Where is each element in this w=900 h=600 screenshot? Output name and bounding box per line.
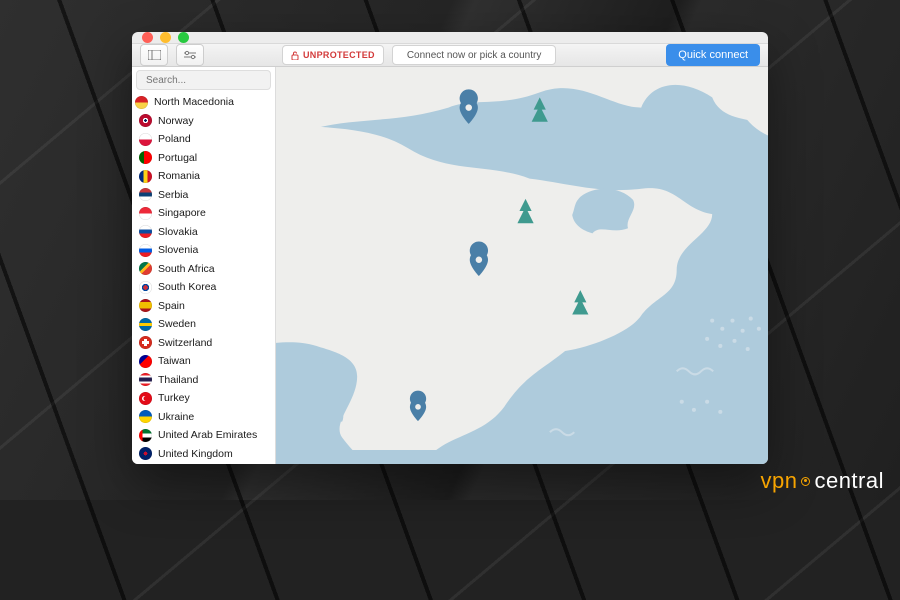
country-item[interactable]: Spain bbox=[132, 297, 275, 316]
country-item[interactable]: Slovenia bbox=[132, 241, 275, 260]
sliders-icon bbox=[183, 50, 197, 60]
country-label: Slovakia bbox=[158, 226, 198, 238]
flag-icon bbox=[139, 207, 152, 220]
flag-icon bbox=[139, 373, 152, 386]
maximize-icon[interactable] bbox=[178, 32, 189, 43]
hint-text: Connect now or pick a country bbox=[407, 50, 542, 61]
flag-icon bbox=[139, 244, 152, 257]
country-label: Thailand bbox=[158, 374, 198, 386]
flag-icon bbox=[139, 318, 152, 331]
flag-icon bbox=[135, 96, 148, 109]
status-text: UNPROTECTED bbox=[303, 50, 375, 60]
quick-connect-label: Quick connect bbox=[678, 49, 748, 61]
flag-icon bbox=[139, 225, 152, 238]
flag-icon bbox=[139, 188, 152, 201]
map-view[interactable] bbox=[276, 67, 768, 464]
country-item[interactable]: United Arab Emirates bbox=[132, 426, 275, 445]
country-item[interactable]: North Macedonia bbox=[132, 93, 275, 112]
sidebar-toggle-button[interactable] bbox=[140, 44, 168, 66]
search-field[interactable] bbox=[136, 70, 271, 90]
country-item[interactable]: Sweden bbox=[132, 315, 275, 334]
flag-icon bbox=[139, 410, 152, 423]
country-label: Singapore bbox=[158, 207, 206, 219]
settings-button[interactable] bbox=[176, 44, 204, 66]
country-label: Ukraine bbox=[158, 411, 194, 423]
country-label: Romania bbox=[158, 170, 200, 182]
country-item[interactable]: Taiwan bbox=[132, 352, 275, 371]
connection-status: UNPROTECTED bbox=[282, 45, 384, 65]
unlock-icon bbox=[291, 51, 299, 60]
flag-icon bbox=[139, 447, 152, 460]
flag-icon bbox=[139, 392, 152, 405]
watermark: vpn central bbox=[760, 468, 884, 494]
flag-icon bbox=[139, 151, 152, 164]
country-label: Taiwan bbox=[158, 355, 191, 367]
country-item[interactable]: South Korea bbox=[132, 278, 275, 297]
content-area: North Macedonia Norway Poland Portugal Roman… bbox=[132, 67, 768, 464]
country-item[interactable]: Slovakia bbox=[132, 223, 275, 242]
country-label: United Arab Emirates bbox=[158, 429, 257, 441]
dot-icon bbox=[801, 477, 810, 486]
country-label: Spain bbox=[158, 300, 185, 312]
flag-icon bbox=[139, 281, 152, 294]
app-window: UNPROTECTED Connect now or pick a countr… bbox=[132, 32, 768, 464]
country-label: Turkey bbox=[158, 392, 190, 404]
sidebar-icon bbox=[148, 50, 161, 60]
country-item[interactable]: Turkey bbox=[132, 389, 275, 408]
country-list[interactable]: North Macedonia Norway Poland Portugal Roman… bbox=[132, 93, 275, 464]
country-label: Portugal bbox=[158, 152, 197, 164]
map-canvas bbox=[276, 67, 768, 450]
connection-hint: Connect now or pick a country bbox=[392, 45, 557, 65]
window-titlebar bbox=[132, 32, 768, 43]
country-item[interactable]: Switzerland bbox=[132, 334, 275, 353]
country-label: Switzerland bbox=[158, 337, 212, 349]
flag-icon bbox=[139, 299, 152, 312]
country-item[interactable]: Serbia bbox=[132, 186, 275, 205]
country-label: South Korea bbox=[158, 281, 216, 293]
watermark-part1: vpn bbox=[760, 468, 797, 494]
flag-icon bbox=[139, 133, 152, 146]
country-item[interactable]: Thailand bbox=[132, 371, 275, 390]
watermark-part2: central bbox=[814, 468, 884, 494]
country-label: South Africa bbox=[158, 263, 215, 275]
country-item[interactable]: Portugal bbox=[132, 149, 275, 168]
country-label: North Macedonia bbox=[154, 96, 234, 108]
country-item[interactable]: Norway bbox=[132, 112, 275, 131]
flag-icon bbox=[139, 429, 152, 442]
toolbar: UNPROTECTED Connect now or pick a countr… bbox=[132, 43, 768, 67]
flag-icon bbox=[139, 262, 152, 275]
country-label: Poland bbox=[158, 133, 191, 145]
flag-icon bbox=[139, 114, 152, 127]
country-item[interactable]: South Africa bbox=[132, 260, 275, 279]
search-input[interactable] bbox=[146, 75, 278, 86]
flag-icon bbox=[139, 355, 152, 368]
quick-connect-button[interactable]: Quick connect bbox=[666, 44, 760, 66]
country-item[interactable]: United States bbox=[132, 463, 275, 464]
country-label: Serbia bbox=[158, 189, 188, 201]
close-icon[interactable] bbox=[142, 32, 153, 43]
country-label: Sweden bbox=[158, 318, 196, 330]
flag-icon bbox=[139, 170, 152, 183]
sidebar: North Macedonia Norway Poland Portugal Roman… bbox=[132, 67, 276, 464]
country-item[interactable]: Ukraine bbox=[132, 408, 275, 427]
country-item[interactable]: Romania bbox=[132, 167, 275, 186]
flag-icon bbox=[139, 336, 152, 349]
country-label: United Kingdom bbox=[158, 448, 233, 460]
country-item[interactable]: Singapore bbox=[132, 204, 275, 223]
minimize-icon[interactable] bbox=[160, 32, 171, 43]
country-label: Norway bbox=[158, 115, 194, 127]
country-item[interactable]: Poland bbox=[132, 130, 275, 149]
country-label: Slovenia bbox=[158, 244, 198, 256]
country-item[interactable]: United Kingdom bbox=[132, 445, 275, 464]
